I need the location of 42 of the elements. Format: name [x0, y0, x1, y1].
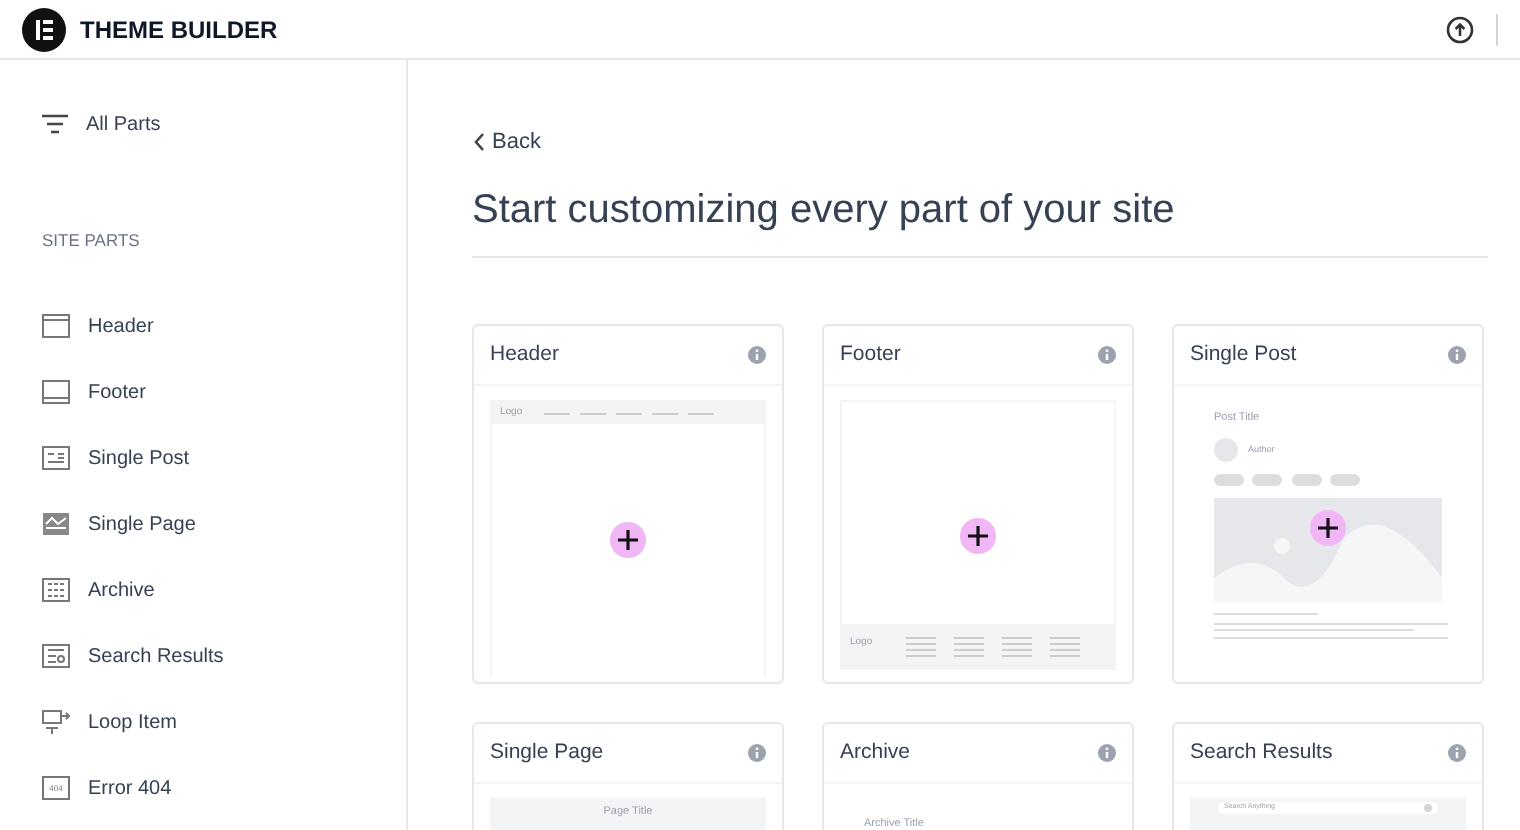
- search-layout-icon: [42, 644, 70, 669]
- page-title: Start customizing every part of your site: [472, 186, 1177, 236]
- sidebar-item[interactable]: Single Post: [88, 443, 190, 474]
- add-button[interactable]: [960, 517, 996, 553]
- sidebar-item[interactable]: Loop Item: [88, 707, 177, 738]
- add-button[interactable]: [610, 521, 646, 557]
- all-parts-link[interactable]: All Parts: [86, 109, 161, 139]
- info-icon[interactable]: [748, 744, 766, 762]
- section-title: SITE PARTS: [42, 228, 142, 254]
- sidebar-item[interactable]: Error 404: [88, 773, 172, 804]
- sidebar-item[interactable]: Archive: [88, 575, 155, 606]
- info-icon[interactable]: [1098, 346, 1116, 364]
- info-icon[interactable]: [1448, 744, 1466, 762]
- logo-icon: [22, 7, 66, 51]
- info-icon[interactable]: [1448, 346, 1466, 364]
- back-link[interactable]: Back: [472, 125, 541, 159]
- chevron-left-icon: [472, 132, 488, 152]
- sidebar-item[interactable]: Search Results: [88, 641, 224, 672]
- filter-icon[interactable]: [42, 114, 68, 134]
- card-title: Footer: [840, 339, 901, 370]
- app-title: THEME BUILDER: [80, 13, 278, 47]
- plus-icon: [618, 529, 638, 549]
- avatar: [1214, 438, 1238, 463]
- info-icon[interactable]: [748, 346, 766, 364]
- sidebar-item[interactable]: Footer: [88, 377, 146, 408]
- card-title: Single Page: [490, 737, 604, 768]
- info-icon[interactable]: [1098, 744, 1116, 762]
- footer-layout-icon: [42, 380, 70, 405]
- card-title: Header: [490, 339, 559, 370]
- sidebar-item[interactable]: Header: [88, 311, 154, 342]
- card-title: Archive: [840, 737, 911, 768]
- card-title: Search Results: [1190, 737, 1333, 768]
- upload-icon[interactable]: [1446, 15, 1474, 43]
- post-layout-icon: [42, 446, 70, 471]
- plus-icon: [968, 525, 988, 545]
- plus-icon: [1318, 518, 1338, 538]
- monitor-arrow-icon: [42, 710, 70, 735]
- grid-layout-icon: [42, 578, 70, 603]
- card-title: Single Post: [1190, 339, 1297, 370]
- header-layout-icon: [42, 314, 70, 339]
- page-layout-icon: [42, 512, 70, 537]
- sidebar-item[interactable]: Single Page: [88, 509, 196, 540]
